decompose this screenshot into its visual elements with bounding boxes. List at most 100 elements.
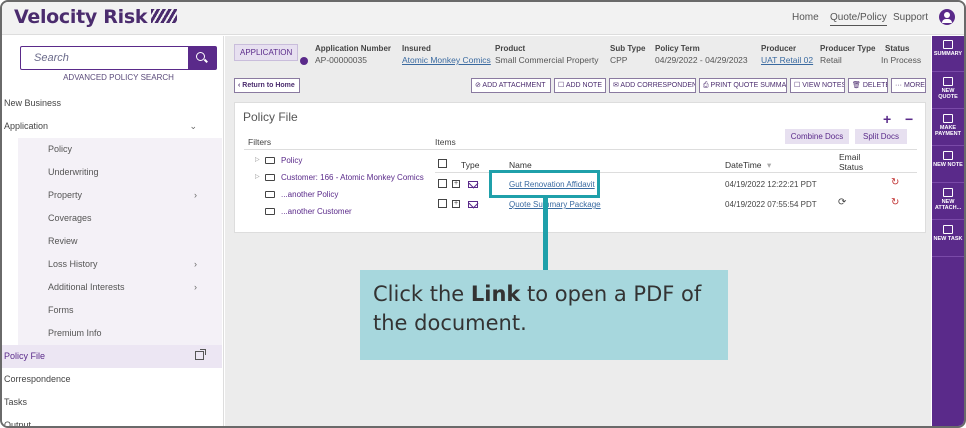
- expand-triangle-icon[interactable]: ▷: [255, 156, 260, 163]
- advanced-search-link[interactable]: ADVANCED POLICY SEARCH: [20, 73, 217, 82]
- status-value: In Process: [881, 55, 922, 65]
- sidebar-item-label: Output: [4, 420, 32, 428]
- sidebar-item-new-business[interactable]: New Business: [2, 92, 222, 115]
- search-input[interactable]: [21, 47, 188, 69]
- check-circle-icon: [300, 57, 308, 65]
- sidebar-item-label: Premium Info: [48, 328, 102, 338]
- insured-link[interactable]: Atomic Monkey Comics: [402, 55, 491, 65]
- select-all-checkbox[interactable]: [438, 159, 447, 168]
- sidebar-item-correspondence[interactable]: Correspondence: [2, 368, 222, 391]
- policy-file-panel: Policy File + − Combine Docs Split Docs …: [234, 102, 926, 233]
- col-type: Type: [461, 160, 480, 170]
- sidebar-item-policy[interactable]: Policy: [18, 138, 222, 161]
- col-datetime[interactable]: DateTime: [725, 160, 762, 170]
- envelope-icon: [468, 181, 478, 188]
- col-name[interactable]: Name: [509, 160, 532, 170]
- app-logo[interactable]: Velocity Risk: [14, 6, 178, 28]
- sidebar-item-label: Additional Interests: [48, 282, 125, 292]
- logo-mark-icon: [151, 9, 178, 23]
- nav-support[interactable]: Support: [893, 12, 928, 23]
- sidebar-item-review[interactable]: Review: [18, 230, 222, 253]
- resend-icon[interactable]: ↻: [891, 177, 899, 188]
- sidebar-item-additional-interests[interactable]: Additional Interests ›: [18, 276, 222, 299]
- sidebar-item-underwriting[interactable]: Underwriting: [18, 161, 222, 184]
- sidebar-item-coverages[interactable]: Coverages: [18, 207, 222, 230]
- print-quote-summary-button[interactable]: ⎙ PRINT QUOTE SUMMA...: [699, 78, 787, 93]
- add-note-button[interactable]: ☐ ADD NOTE: [554, 78, 606, 93]
- chevron-right-icon: ›: [194, 282, 197, 292]
- sidebar-item-label: Policy File: [4, 351, 46, 361]
- sidebar-item-property[interactable]: Property ›: [18, 184, 222, 207]
- app-number-label: Application Number: [315, 44, 392, 53]
- folder-icon: [265, 191, 275, 198]
- sidebar-item-label: New Business: [4, 98, 62, 108]
- link-highlight-box: [489, 170, 600, 198]
- policy-term-label: Policy Term: [655, 44, 700, 53]
- new-note-label: NEW NOTE: [933, 162, 963, 168]
- sidebar-item-tasks[interactable]: Tasks: [2, 391, 222, 414]
- new-task-button[interactable]: NEW TASK: [932, 221, 964, 257]
- folder-icon: [265, 174, 275, 181]
- new-quote-button[interactable]: NEW QUOTE: [932, 73, 964, 109]
- producer-label: Producer: [761, 44, 797, 53]
- tree-item-another-policy[interactable]: ...another Policy: [281, 190, 338, 199]
- nav-home[interactable]: Home: [792, 12, 819, 23]
- expand-row-icon[interactable]: +: [452, 180, 460, 188]
- main-content: APPLICATION Application Number AP-000000…: [225, 36, 931, 426]
- sidebar-item-forms[interactable]: Forms: [18, 299, 222, 322]
- sidebar-item-policy-file[interactable]: Policy File: [2, 345, 222, 368]
- instruction-callout: Click the Link to open a PDF of the docu…: [360, 270, 728, 360]
- return-home-button[interactable]: ‹ Return to Home: [234, 78, 300, 93]
- sidebar-item-label: Review: [48, 236, 78, 246]
- row-checkbox[interactable]: [438, 179, 447, 188]
- tree-item-policy[interactable]: Policy: [281, 156, 302, 165]
- expand-triangle-icon[interactable]: ▷: [255, 173, 260, 180]
- payment-icon: [943, 114, 953, 123]
- more-button[interactable]: ··· MORE: [891, 78, 926, 93]
- add-attachment-button[interactable]: ⊘ ADD ATTACHMENT: [471, 78, 551, 93]
- combine-docs-button[interactable]: Combine Docs: [785, 129, 849, 144]
- delete-button[interactable]: 🗑 DELETE: [848, 78, 888, 93]
- external-link-icon[interactable]: [195, 349, 206, 360]
- divider: [244, 149, 917, 150]
- add-correspondence-button[interactable]: ✉ ADD CORRESPONDENCE: [609, 78, 696, 93]
- sidebar-item-application[interactable]: Application ⌄: [2, 115, 222, 138]
- sidebar-item-label: Correspondence: [4, 374, 71, 384]
- collapse-icon[interactable]: −: [905, 111, 913, 127]
- split-docs-button[interactable]: Split Docs: [855, 129, 907, 144]
- new-attachment-label: NEW ATTACH...: [934, 199, 962, 211]
- make-payment-button[interactable]: MAKE PAYMENT: [932, 110, 964, 146]
- view-notes-button[interactable]: ☐ VIEW NOTES: [790, 78, 845, 93]
- sidebar-item-output[interactable]: Output: [2, 414, 222, 428]
- resend-icon[interactable]: ↻: [891, 197, 899, 208]
- sidebar-item-loss-history[interactable]: Loss History ›: [18, 253, 222, 276]
- expand-icon[interactable]: +: [883, 111, 891, 127]
- attachment-icon: [943, 188, 953, 197]
- summary-icon: [943, 40, 953, 49]
- application-tag: APPLICATION: [234, 44, 299, 61]
- envelope-icon: [468, 201, 478, 208]
- tree-item-customer[interactable]: Customer: 166 - Atomic Monkey Comics: [281, 173, 424, 182]
- sidebar-item-premium-info[interactable]: Premium Info: [18, 322, 222, 345]
- top-bar: Velocity Risk Home Quote/Policy Support: [2, 2, 964, 35]
- sort-down-icon[interactable]: ▾: [767, 160, 771, 171]
- user-icon[interactable]: [939, 9, 955, 25]
- sidebar-item-label: Forms: [48, 305, 74, 315]
- producer-link[interactable]: UAT Retail 02: [761, 55, 813, 65]
- search-icon[interactable]: [188, 47, 216, 69]
- new-attachment-button[interactable]: NEW ATTACH...: [932, 184, 964, 220]
- callout-text-start: Click the: [373, 282, 471, 306]
- make-payment-label: MAKE PAYMENT: [935, 125, 961, 137]
- summary-button[interactable]: SUMMARY: [932, 36, 964, 72]
- row-checkbox[interactable]: [438, 199, 447, 208]
- document-link[interactable]: Quote Summary Package: [509, 200, 601, 209]
- product-value: Small Commercial Property: [495, 55, 599, 65]
- sidebar-item-label: Application: [4, 121, 49, 131]
- expand-row-icon[interactable]: +: [452, 200, 460, 208]
- product-label: Product: [495, 44, 526, 53]
- new-note-button[interactable]: NEW NOTE: [932, 147, 964, 183]
- nav-quote-policy[interactable]: Quote/Policy: [830, 12, 887, 26]
- sidebar-item-label: Underwriting: [48, 167, 99, 177]
- tree-item-another-customer[interactable]: ...another Customer: [281, 207, 352, 216]
- sidebar-item-label: Coverages: [48, 213, 92, 223]
